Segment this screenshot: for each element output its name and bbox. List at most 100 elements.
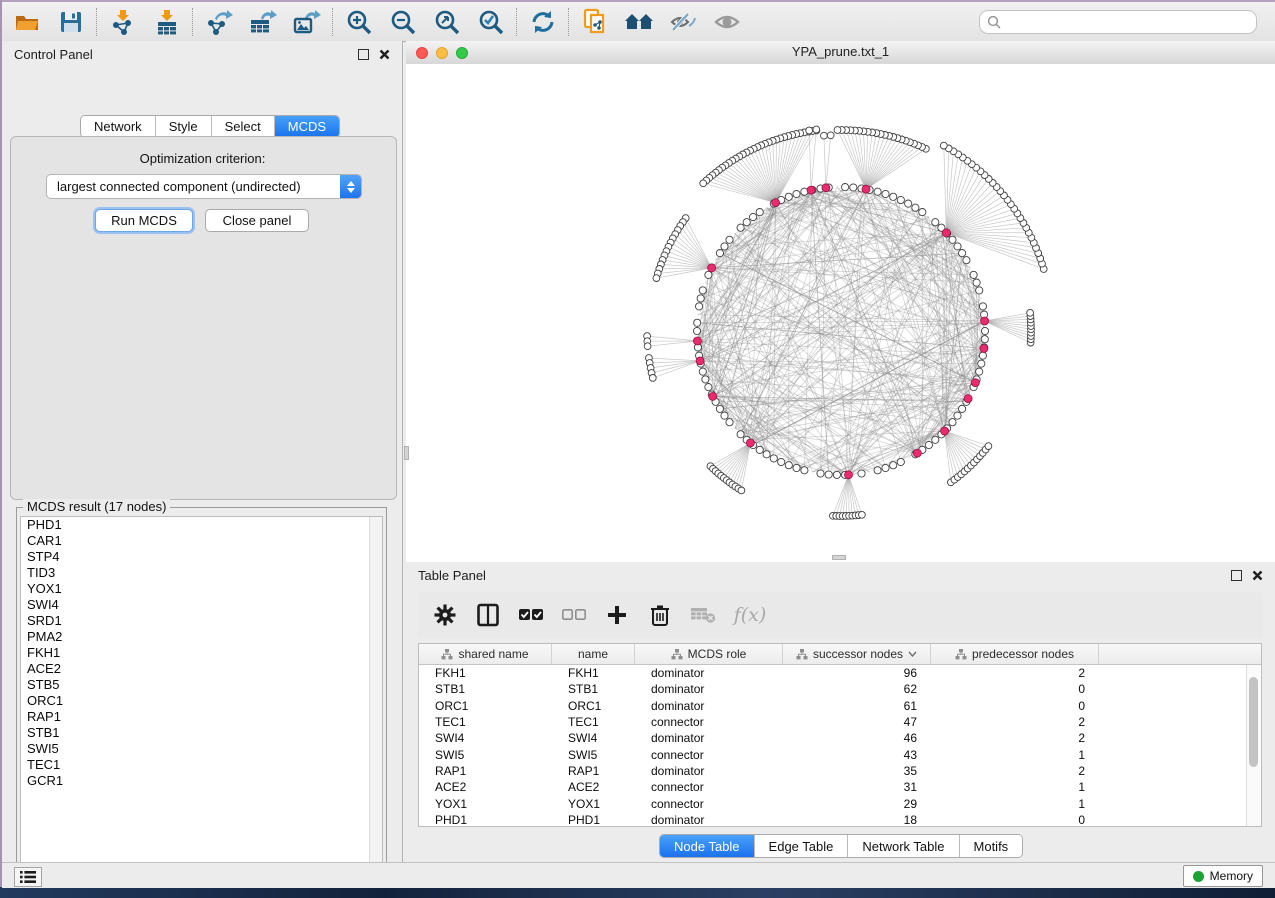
mcds-result-item[interactable]: STB1 (21, 725, 382, 741)
table-row[interactable]: TEC1TEC1connector472 (419, 714, 1261, 730)
column-header-shared-name[interactable]: shared name (419, 644, 552, 664)
tab-style[interactable]: Style (156, 116, 212, 137)
close-panel-icon[interactable] (1252, 570, 1263, 581)
mcds-result-item[interactable]: ORC1 (21, 693, 382, 709)
hub-node[interactable] (822, 184, 830, 192)
hub-node[interactable] (862, 185, 870, 193)
column-header-predecessor-nodes[interactable]: predecessor nodes (931, 644, 1099, 664)
mcds-result-item[interactable]: FKH1 (21, 645, 382, 661)
mcds-list-scrollbar[interactable] (369, 517, 382, 873)
search-field[interactable] (979, 10, 1257, 34)
tab-select[interactable]: Select (212, 116, 275, 137)
hub-node[interactable] (709, 392, 717, 400)
table-row[interactable]: RAP1RAP1dominator352 (419, 763, 1261, 779)
network-window-titlebar[interactable]: YPA_prune.txt_1 (406, 41, 1275, 65)
hub-node[interactable] (941, 427, 949, 435)
hub-node[interactable] (980, 345, 988, 353)
tab-network[interactable]: Network (81, 116, 156, 137)
search-input[interactable] (1006, 14, 1256, 30)
hub-node[interactable] (845, 471, 853, 479)
memory-button[interactable]: Memory (1183, 865, 1263, 887)
table-scrollbar-thumb[interactable] (1249, 677, 1258, 767)
mcds-result-item[interactable]: ACE2 (21, 661, 382, 677)
hub-node[interactable] (942, 229, 950, 237)
criterion-dropdown[interactable]: largest connected component (undirected) (46, 174, 362, 199)
hub-node[interactable] (708, 264, 716, 272)
select-all-button[interactable] (518, 602, 544, 628)
first-neighbors-button[interactable] (622, 7, 656, 37)
refresh-layout-button[interactable] (526, 7, 560, 37)
show-columns-button[interactable] (475, 602, 501, 628)
column-header-MCDS-role[interactable]: MCDS role (635, 644, 783, 664)
tab-mcds[interactable]: MCDS (275, 116, 339, 137)
save-session-button[interactable] (54, 7, 88, 37)
horizontal-splitter-handle[interactable] (832, 555, 846, 560)
mcds-result-item[interactable]: CAR1 (21, 533, 382, 549)
hub-node[interactable] (772, 199, 780, 207)
zoom-in-button[interactable] (342, 7, 376, 37)
table-row[interactable]: SWI5SWI5connector431 (419, 746, 1261, 762)
tab-node-table[interactable]: Node Table (660, 835, 755, 857)
import-table-button[interactable] (150, 7, 184, 37)
zoom-fit-button[interactable] (430, 7, 464, 37)
float-panel-icon[interactable] (1231, 570, 1242, 581)
column-header-successor-nodes[interactable]: successor nodes (783, 644, 931, 664)
export-image-button[interactable] (290, 7, 324, 37)
hub-node[interactable] (696, 357, 704, 365)
run-mcds-button[interactable]: Run MCDS (95, 209, 193, 232)
hub-node[interactable] (807, 186, 815, 194)
table-row[interactable]: SWI4SWI4dominator462 (419, 730, 1261, 746)
mcds-result-item[interactable]: RAP1 (21, 709, 382, 725)
mcds-result-item[interactable]: SWI5 (21, 741, 382, 757)
table-row[interactable]: STB1STB1dominator620 (419, 681, 1261, 697)
mcds-result-item[interactable]: PMA2 (21, 629, 382, 645)
table-row[interactable]: ORC1ORC1dominator610 (419, 698, 1261, 714)
table-settings-button[interactable] (432, 602, 458, 628)
tab-network-table[interactable]: Network Table (848, 835, 959, 857)
hub-node[interactable] (964, 395, 972, 403)
tab-edge-table[interactable]: Edge Table (755, 835, 849, 857)
open-session-button[interactable] (10, 7, 44, 37)
delete-row-button[interactable] (647, 602, 673, 628)
mcds-result-item[interactable]: TID3 (21, 565, 382, 581)
deselect-all-button[interactable] (561, 602, 587, 628)
delete-table-button[interactable] (690, 602, 716, 628)
table-row[interactable]: ACE2ACE2connector311 (419, 779, 1261, 795)
mcds-result-item[interactable]: STB5 (21, 677, 382, 693)
mcds-result-item[interactable]: GCR1 (21, 773, 382, 789)
zoom-selected-button[interactable] (474, 7, 508, 37)
node-table[interactable]: shared namenameMCDS rolesuccessor nodesp… (418, 643, 1262, 827)
task-history-button[interactable] (14, 867, 42, 887)
table-row[interactable]: YOX1YOX1connector291 (419, 795, 1261, 811)
zoom-out-button[interactable] (386, 7, 420, 37)
add-row-button[interactable] (604, 602, 630, 628)
tab-motifs[interactable]: Motifs (960, 835, 1023, 857)
hide-selected-button[interactable] (666, 7, 700, 37)
table-scrollbar[interactable] (1246, 665, 1260, 826)
mcds-result-item[interactable]: TEC1 (21, 757, 382, 773)
function-builder-button[interactable]: f(x) (733, 602, 767, 628)
table-row[interactable]: FKH1FKH1dominator962 (419, 665, 1261, 681)
close-panel-button[interactable]: Close panel (205, 209, 309, 232)
mcds-result-item[interactable]: SWI4 (21, 597, 382, 613)
float-panel-icon[interactable] (358, 49, 369, 60)
hub-node[interactable] (913, 449, 921, 457)
column-header-name[interactable]: name (552, 644, 635, 664)
hub-node[interactable] (746, 439, 754, 447)
hub-node[interactable] (971, 379, 979, 387)
table-row[interactable]: PHD1PHD1dominator180 (419, 812, 1261, 827)
network-canvas[interactable] (406, 64, 1275, 562)
mcds-result-item[interactable]: YOX1 (21, 581, 382, 597)
mcds-result-item[interactable]: STP4 (21, 549, 382, 565)
mcds-result-item[interactable]: PHD1 (21, 517, 382, 533)
mcds-result-list[interactable]: PHD1CAR1STP4TID3YOX1SWI4SRD1PMA2FKH1ACE2… (20, 516, 383, 874)
clone-network-button[interactable] (578, 7, 612, 37)
mcds-result-item[interactable]: SRD1 (21, 613, 382, 629)
import-network-button[interactable] (106, 7, 140, 37)
close-panel-icon[interactable] (379, 49, 390, 60)
export-network-button[interactable] (202, 7, 236, 37)
show-all-button[interactable] (710, 7, 744, 37)
hub-node[interactable] (693, 337, 701, 345)
network-graph[interactable] (406, 64, 1275, 562)
hub-node[interactable] (981, 317, 989, 325)
